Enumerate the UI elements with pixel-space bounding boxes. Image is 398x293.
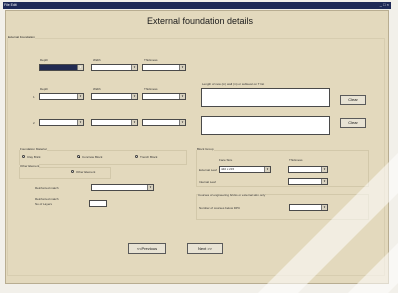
width-label: Width <box>93 87 101 91</box>
length-label: Length of new (m) wall (m) or sublevel o… <box>202 82 265 86</box>
foundation-material-label: Foundation Material <box>20 147 47 151</box>
no-of-layers-label-2: No of Layers <box>35 202 53 206</box>
clear-button-1[interactable]: Clear <box>340 95 366 105</box>
width-dropdown-2[interactable]: ▾ <box>91 119 138 126</box>
external-leaf-thickness-dropdown[interactable]: ▾ <box>288 166 328 173</box>
depth-label: Depth <box>40 58 49 62</box>
menu-bar[interactable]: File Edit <box>4 2 17 8</box>
previous-button[interactable]: <<Previous <box>128 243 166 254</box>
block-thickness-label: Thickness <box>289 158 303 162</box>
depth-label: Depth <box>40 87 49 91</box>
chevron-down-icon: ▾ <box>77 120 83 125</box>
clear-button-2[interactable]: Clear <box>340 118 366 128</box>
chevron-down-icon: ▾ <box>131 120 137 125</box>
other-element-label: Other Element <box>76 170 96 174</box>
internal-leaf-label: Internal Leaf <box>199 180 216 184</box>
radio-concrete-block-label: Concrete Block <box>82 155 103 159</box>
radio-trench-block-label: Trench Block <box>140 155 158 159</box>
chevron-down-icon: ▾ <box>264 167 270 172</box>
face-size-label: Face Size <box>219 158 233 162</box>
thickness-label: Thickness <box>144 58 158 62</box>
courses-dropdown[interactable]: ▾ <box>289 204 328 211</box>
chevron-down-icon: ▾ <box>179 120 185 125</box>
other-element-frame-label: Other Element <box>20 164 40 168</box>
reinforced-match-label: Reinforced match <box>35 186 59 190</box>
width-dropdown-1[interactable]: ▾ <box>91 93 138 100</box>
frame-label: External Foundation <box>8 35 35 39</box>
chevron-down-icon: ▾ <box>77 65 83 70</box>
row-index-1: 1 <box>33 95 35 99</box>
courses-label: Courses of engineering bricks or externa… <box>198 193 266 197</box>
window-controls[interactable]: _ □ × <box>380 2 389 8</box>
chevron-down-icon: ▾ <box>179 65 185 70</box>
foundation-material-frame <box>19 150 187 165</box>
chevron-down-icon: ▾ <box>321 179 327 184</box>
radio-clay-brick[interactable] <box>22 155 25 158</box>
chevron-down-icon: ▾ <box>179 94 185 99</box>
thickness-label: Thickness <box>144 87 158 91</box>
no-of-layers-input[interactable] <box>89 200 107 207</box>
width-label: Width <box>93 58 101 62</box>
thickness-dropdown-1[interactable]: ▾ <box>142 93 186 100</box>
radio-trench-block[interactable] <box>135 155 138 158</box>
chevron-down-icon: ▾ <box>131 94 137 99</box>
block-group-label: Block Group <box>197 147 214 151</box>
chevron-down-icon: ▾ <box>131 65 137 70</box>
depth-dropdown-2[interactable]: ▾ <box>39 119 84 126</box>
depth-dropdown-1[interactable]: ▾ <box>39 93 84 100</box>
external-leaf-label: External Leaf <box>199 168 217 172</box>
internal-leaf-thickness-dropdown[interactable]: ▾ <box>288 178 328 185</box>
length-textarea-1[interactable] <box>201 88 330 107</box>
length-textarea-2[interactable] <box>201 116 330 135</box>
thickness-dropdown-2[interactable]: ▾ <box>142 119 186 126</box>
courses-number-label: Number of courses below DPC <box>199 206 241 210</box>
no-of-layers-label-1: Reinforced match <box>35 197 59 201</box>
chevron-down-icon: ▾ <box>321 205 327 210</box>
other-element-frame <box>19 167 111 179</box>
page-title: External foundation details <box>146 16 254 26</box>
width-dropdown-0[interactable]: ▾ <box>91 64 138 71</box>
depth-dropdown-0[interactable]: ▾ <box>39 64 84 71</box>
chevron-down-icon: ▾ <box>321 167 327 172</box>
chevron-down-icon: ▾ <box>77 94 83 99</box>
radio-clay-brick-label: Clay Brick <box>27 155 41 159</box>
next-button[interactable]: Next >> <box>187 243 223 254</box>
radio-concrete-block[interactable] <box>77 155 80 158</box>
title-bar <box>3 2 391 9</box>
reinforced-match-dropdown[interactable]: ▾ <box>91 184 154 191</box>
thickness-dropdown-0[interactable]: ▾ <box>142 64 186 71</box>
chevron-down-icon: ▾ <box>147 185 153 190</box>
external-leaf-face-dropdown[interactable]: 440 x 215 ▾ <box>219 166 271 173</box>
row-index-2: 2 <box>33 121 35 125</box>
radio-other-element[interactable] <box>71 170 74 173</box>
